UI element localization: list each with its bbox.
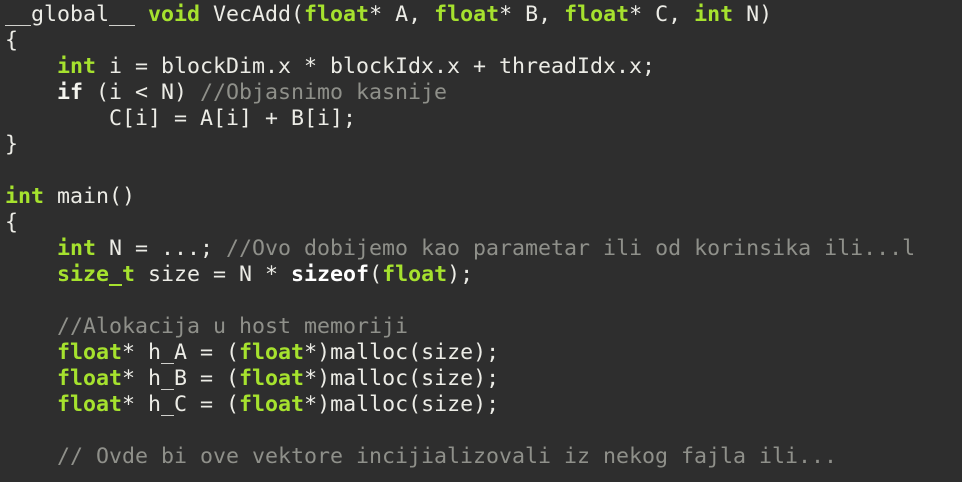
code-token: VecAdd( (200, 2, 305, 27)
code-token: i = blockDim.x * blockIdx.x + threadIdx.… (96, 54, 656, 79)
code-line: { (5, 210, 962, 236)
code-line: { (5, 28, 962, 54)
code-token: * h_C = ( (122, 392, 240, 417)
code-line: //Alokacija u host memoriji (5, 314, 962, 340)
type-keyword: float (382, 262, 448, 287)
type-keyword: size_t (57, 262, 136, 287)
type-keyword: int (694, 2, 734, 27)
code-line: float* h_C = (float*)malloc(size); (5, 392, 962, 418)
code-comment: // Ovde bi ove vektore incijializovali i… (57, 444, 838, 469)
code-line: __global__ void VecAdd(float* A, float* … (5, 2, 962, 28)
code-line: size_t size = N * sizeof(float); (5, 262, 962, 288)
type-keyword: void (148, 2, 201, 27)
code-token: { (5, 28, 19, 53)
type-keyword: float (304, 2, 370, 27)
code-token: } (5, 132, 19, 157)
type-keyword: float (57, 392, 123, 417)
code-token: C[i] = A[i] + B[i]; (5, 106, 357, 131)
code-line: float* h_B = (float*)malloc(size); (5, 366, 962, 392)
type-keyword: float (57, 340, 123, 365)
code-lines: __global__ void VecAdd(float* A, float* … (5, 2, 962, 470)
code-token: *)malloc(size); (304, 340, 500, 365)
type-keyword: float (239, 340, 305, 365)
code-line: // Ovde bi ove vektore incijializovali i… (5, 444, 962, 470)
code-token: (i < N) (83, 80, 201, 105)
code-line: float* h_A = (float*)malloc(size); (5, 340, 962, 366)
code-token: ( (369, 262, 383, 287)
code-token: ); (447, 262, 474, 287)
control-keyword: if (57, 80, 84, 105)
type-keyword: float (57, 366, 123, 391)
code-line: C[i] = A[i] + B[i]; (5, 106, 962, 132)
type-keyword: int (5, 184, 45, 209)
code-token: N) (733, 2, 773, 27)
code-token: * h_B = ( (122, 366, 240, 391)
code-line: int main() (5, 184, 962, 210)
type-keyword: float (239, 392, 305, 417)
code-line: int N = ...; //Ovo dobijemo kao parameta… (5, 236, 962, 262)
code-token: * h_A = ( (122, 340, 240, 365)
code-line: } (5, 132, 962, 158)
code-token: * A, (369, 2, 435, 27)
type-keyword: int (57, 54, 97, 79)
type-keyword: int (57, 236, 97, 261)
code-line: if (i < N) //Objasnimo kasnije (5, 80, 962, 106)
code-line: int i = blockDim.x * blockIdx.x + thread… (5, 54, 962, 80)
code-comment: //Ovo dobijemo kao parametar ili od kori… (226, 236, 916, 261)
code-token: * C, (629, 2, 695, 27)
code-token: { (5, 210, 19, 235)
type-keyword: float (239, 366, 305, 391)
code-token: *)malloc(size); (304, 392, 500, 417)
code-comment: //Alokacija u host memoriji (57, 314, 409, 339)
code-token: main() (44, 184, 136, 209)
code-token: *)malloc(size); (304, 366, 500, 391)
code-token: size = N * (135, 262, 292, 287)
code-editor[interactable]: __global__ void VecAdd(float* A, float* … (0, 0, 962, 482)
code-token: * B, (499, 2, 565, 27)
type-keyword: float (564, 2, 630, 27)
type-keyword: float (434, 2, 500, 27)
code-token: N = ...; (96, 236, 227, 261)
code-comment: //Objasnimo kasnije (200, 80, 448, 105)
operator-keyword: sizeof (291, 262, 370, 287)
code-token: __global__ (5, 2, 149, 27)
